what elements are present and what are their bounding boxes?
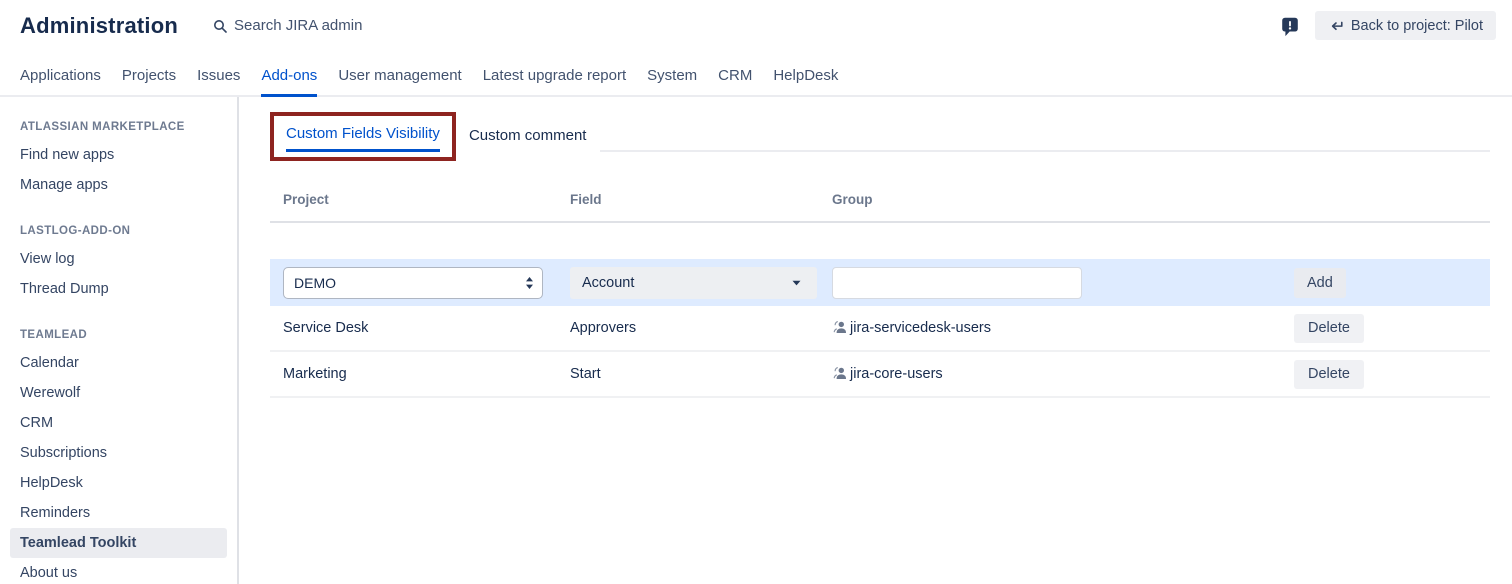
top-bar: Administration Back to project: Pilot: [0, 0, 1512, 51]
table-row: Service Desk Approvers jira-servicedesk-…: [270, 306, 1490, 352]
sidebar: ATLASSIAN MARKETPLACE Find new apps Mana…: [0, 97, 239, 584]
sidebar-item-thread-dump[interactable]: Thread Dump: [10, 274, 227, 304]
table-gap: [270, 223, 1490, 259]
nav-applications[interactable]: Applications: [20, 55, 101, 97]
caret-down-icon: [792, 280, 801, 286]
add-button[interactable]: Add: [1294, 268, 1346, 298]
sidebar-item-teamlead-toolkit[interactable]: Teamlead Toolkit: [10, 528, 227, 558]
feedback-icon[interactable]: [1277, 13, 1303, 39]
tabs-divider: [600, 150, 1490, 152]
main-content: Custom Fields Visibility Custom comment …: [239, 97, 1512, 584]
content-tabs: Custom Fields Visibility Custom comment: [270, 112, 1490, 161]
nav-user-management[interactable]: User management: [338, 55, 461, 97]
column-header-project: Project: [270, 180, 557, 221]
back-button-label: Back to project: Pilot: [1351, 18, 1483, 34]
row-field: Start: [557, 366, 819, 382]
group-person-icon: [832, 319, 848, 339]
sidebar-item-werewolf[interactable]: Werewolf: [10, 378, 227, 408]
column-header-field: Field: [557, 180, 819, 221]
nav-projects[interactable]: Projects: [122, 55, 176, 97]
sidebar-section-lastlog-add-on: LASTLOG-ADD-ON: [0, 215, 237, 244]
field-select[interactable]: Account: [570, 267, 817, 299]
nav-helpdesk[interactable]: HelpDesk: [773, 55, 838, 97]
sidebar-item-reminders[interactable]: Reminders: [10, 498, 227, 528]
visibility-table: Project Field Group DEMO: [270, 180, 1490, 398]
search-icon: [213, 19, 227, 33]
select-stepper-icon: [525, 276, 534, 290]
sidebar-item-about-us[interactable]: About us: [10, 558, 227, 584]
nav-latest-upgrade-report[interactable]: Latest upgrade report: [483, 55, 626, 97]
field-select-value: Account: [582, 275, 634, 291]
back-to-project-button[interactable]: Back to project: Pilot: [1315, 11, 1496, 40]
row-group: jira-core-users: [850, 366, 943, 382]
page-title: Administration: [20, 13, 178, 39]
tab-custom-fields-visibility[interactable]: Custom Fields Visibility: [286, 125, 440, 152]
sidebar-section-teamlead: TEAMLEAD: [0, 319, 237, 348]
sidebar-item-calendar[interactable]: Calendar: [10, 348, 227, 378]
back-arrow-icon: [1328, 18, 1344, 33]
sidebar-item-find-new-apps[interactable]: Find new apps: [10, 140, 227, 170]
row-field: Approvers: [557, 320, 819, 336]
nav-add-ons[interactable]: Add-ons: [261, 55, 317, 97]
sidebar-item-helpdesk[interactable]: HelpDesk: [10, 468, 227, 498]
project-select[interactable]: DEMO: [283, 267, 543, 299]
table-header-row: Project Field Group: [270, 180, 1490, 223]
column-header-group: Group: [819, 180, 1281, 221]
row-project: Marketing: [270, 366, 557, 382]
group-person-icon: [832, 365, 848, 385]
sidebar-section-atlassian-marketplace: ATLASSIAN MARKETPLACE: [0, 111, 237, 140]
sidebar-item-manage-apps[interactable]: Manage apps: [10, 170, 227, 200]
sidebar-item-view-log[interactable]: View log: [10, 244, 227, 274]
group-input[interactable]: [832, 267, 1082, 299]
sidebar-item-crm[interactable]: CRM: [10, 408, 227, 438]
row-project: Service Desk: [270, 320, 557, 336]
delete-button[interactable]: Delete: [1294, 314, 1364, 343]
column-header-actions: [1281, 188, 1490, 214]
add-row: DEMO Account: [270, 259, 1490, 306]
annotation-highlight-box: Custom Fields Visibility: [270, 112, 456, 161]
nav-system[interactable]: System: [647, 55, 697, 97]
table-row: Marketing Start jira-core-users Delete: [270, 352, 1490, 398]
delete-button[interactable]: Delete: [1294, 360, 1364, 389]
admin-nav: Applications Projects Issues Add-ons Use…: [0, 51, 1512, 97]
search-input[interactable]: [234, 17, 494, 34]
nav-issues[interactable]: Issues: [197, 55, 240, 97]
tab-custom-comment[interactable]: Custom comment: [469, 127, 587, 161]
project-select-value: DEMO: [294, 275, 336, 291]
nav-crm[interactable]: CRM: [718, 55, 752, 97]
admin-search[interactable]: [213, 17, 494, 34]
sidebar-item-subscriptions[interactable]: Subscriptions: [10, 438, 227, 468]
row-group: jira-servicedesk-users: [850, 320, 991, 336]
